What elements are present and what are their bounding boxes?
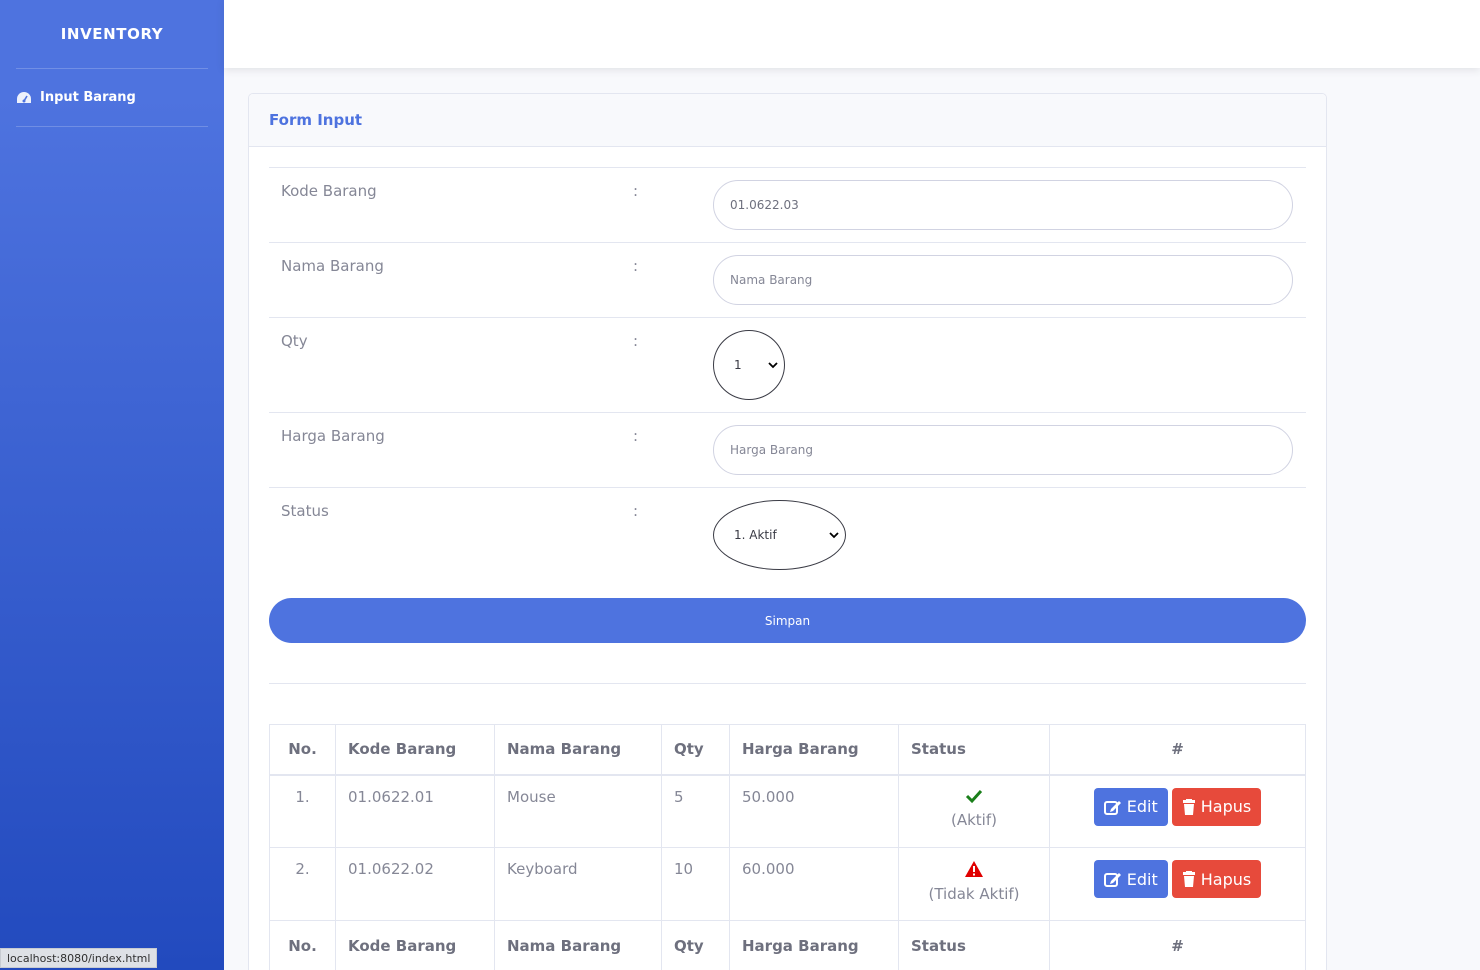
input-value: 01.0622.03 [730,198,799,212]
edit-icon [1103,800,1121,815]
table-row: 2. 01.0622.02 Keyboard 10 60.000 (Tidak … [269,847,1306,921]
field-label: Qty [269,317,621,413]
status-text: (Tidak Aktif) [928,885,1020,903]
field-label: Status [281,502,329,520]
harga-barang-input[interactable]: Harga Barang [713,425,1293,475]
card-header: Form Input [249,94,1326,147]
cell-actions: Edit Hapus [1049,847,1306,921]
sidebar-brand[interactable]: INVENTORY [0,0,224,68]
edit-label: Edit [1126,797,1158,816]
check-icon [965,789,983,803]
field-label: Nama Barang [269,242,621,318]
column-footer: Qty [661,920,730,970]
status-bar-url: localhost:8080/index.html [0,948,158,968]
edit-button[interactable]: Edit [1093,787,1168,826]
form-row: Status : 1. Aktif [269,488,1306,583]
cell-kode: 01.0622.01 [335,774,495,848]
input-placeholder: Nama Barang [730,273,813,287]
form-table: Kode Barang : 01.0622.03 Nama Barang : N… [269,167,1306,582]
cell-actions: Edit Hapus [1049,774,1306,848]
kode-barang-input[interactable]: 01.0622.03 [713,180,1293,230]
column-header: Harga Barang [729,724,899,776]
chevron-down-icon [829,532,839,539]
column-footer: Kode Barang [335,920,495,970]
form-row: Harga Barang : Harga Barang [269,412,1306,488]
column-footer: # [1049,920,1306,970]
data-table: No. Kode Barang Nama Barang Qty Harga Ba… [269,724,1306,970]
column-header: Qty [661,724,730,776]
column-header: # [1049,724,1306,776]
hapus-button[interactable]: Hapus [1171,860,1262,898]
field-separator: : [621,412,701,488]
edit-label: Edit [1126,869,1158,889]
sidebar-item-label: Input Barang [40,90,136,105]
topbar [224,0,1480,68]
edit-icon [1103,873,1121,887]
input-placeholder: Harga Barang [730,443,813,457]
hapus-label: Hapus [1200,869,1252,889]
sidebar-divider [16,126,208,127]
trash-icon [1182,871,1195,887]
tachometer-icon [17,91,31,103]
field-separator: : [621,317,701,413]
cell-qty: 10 [661,847,730,921]
simpan-button[interactable]: Simpan [269,598,1306,643]
column-header: Status [898,724,1050,776]
divider [269,683,1306,684]
cell-harga: 60.000 [729,847,899,921]
form-row: Nama Barang : Nama Barang [269,242,1306,318]
qty-select[interactable]: 1 [713,330,785,400]
field-label: Harga Barang [269,412,621,488]
table-row: 1. 01.0622.01 Mouse 5 50.000 (Aktif) Edi… [269,774,1306,848]
status-select[interactable]: 1. Aktif [713,500,846,570]
cell-status: (Aktif) [898,774,1050,848]
cell-nama: Keyboard [494,847,662,921]
cell-nama: Mouse [494,774,662,848]
column-footer: No. [269,920,336,970]
column-header: Kode Barang [335,724,495,776]
column-footer: Nama Barang [494,920,662,970]
column-header: Nama Barang [494,724,662,776]
cell-kode: 01.0622.02 [335,847,495,921]
hapus-button[interactable]: Hapus [1171,787,1262,826]
edit-button[interactable]: Edit [1093,860,1168,898]
hapus-label: Hapus [1200,797,1252,816]
column-header: No. [269,724,336,776]
field-separator: : [621,242,701,318]
trash-icon [1182,798,1195,815]
chevron-down-icon [768,362,778,369]
cell-harga: 50.000 [729,774,899,848]
status-text: (Aktif) [951,810,997,829]
select-value: 1 [734,358,742,372]
column-footer: Harga Barang [729,920,899,970]
card-body: Kode Barang : 01.0622.03 Nama Barang : N… [249,147,1326,970]
nama-barang-input[interactable]: Nama Barang [713,255,1293,305]
sidebar: INVENTORY Input Barang [0,0,224,970]
field-label: Kode Barang [269,167,621,243]
cell-no: 1. [269,774,336,848]
table-header-row: No. Kode Barang Nama Barang Qty Harga Ba… [269,724,1306,776]
field-separator: : [621,167,701,243]
form-row: Kode Barang : 01.0622.03 [269,167,1306,243]
field-separator: : [633,502,639,520]
cell-status: (Tidak Aktif) [898,847,1050,921]
form-row: Qty : 1 [269,317,1306,413]
card-title: Form Input [269,111,363,129]
select-value: 1. Aktif [734,528,777,542]
column-footer: Status [898,920,1050,970]
cell-no: 2. [269,847,336,921]
sidebar-item-input-barang[interactable]: Input Barang [0,69,224,126]
table-footer-row: No. Kode Barang Nama Barang Qty Harga Ba… [269,920,1306,970]
warning-icon [965,861,983,877]
form-card: Form Input Kode Barang : 01.0622.03 Nama… [248,93,1327,970]
cell-qty: 5 [661,774,730,848]
